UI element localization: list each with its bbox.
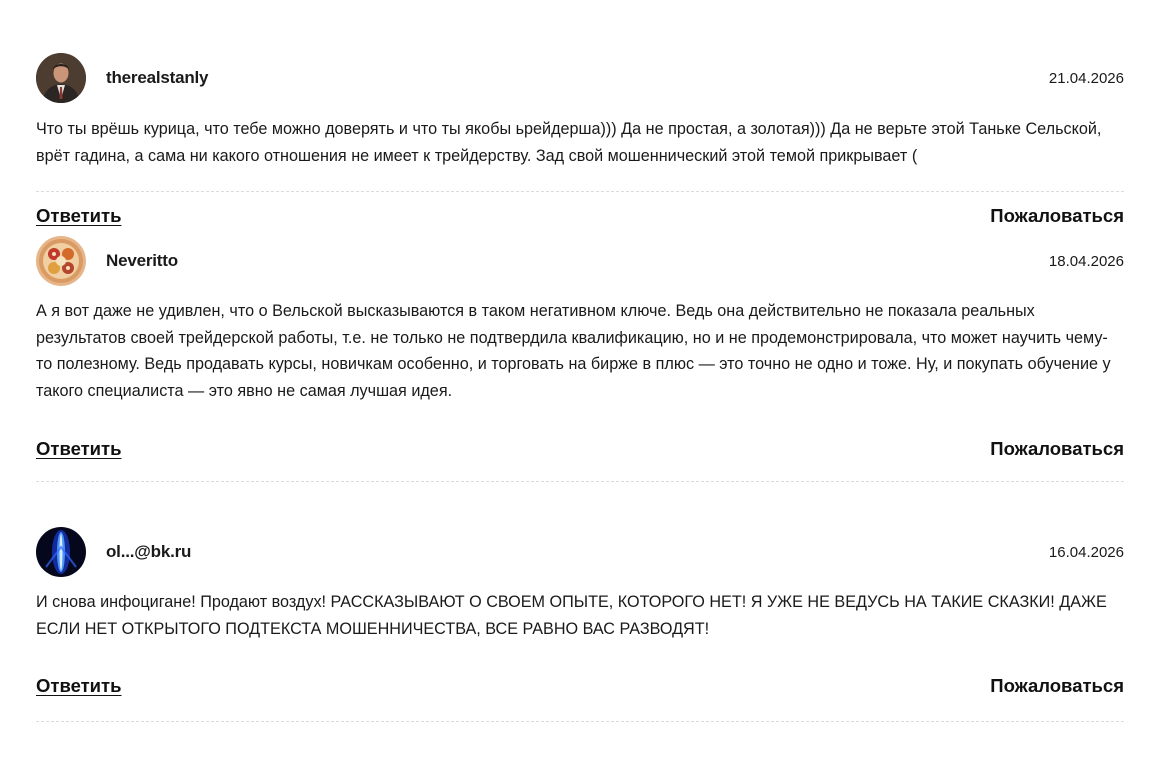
- ornament-avatar-icon: [36, 236, 86, 286]
- report-link[interactable]: Пожаловаться: [990, 438, 1124, 460]
- comment-item: Neveritto 18.04.2026 А я вот даже не уди…: [36, 192, 1124, 482]
- comment-actions: Ответить Пожаловаться: [36, 438, 1124, 460]
- avatar[interactable]: [36, 236, 86, 286]
- comment-text: Что ты врёшь курица, что тебе можно дове…: [36, 120, 1102, 165]
- comment-author: ol...@bk.ru: [106, 542, 192, 561]
- comments-list: therealstanly 21.04.2026 Что ты врёшь ку…: [36, 0, 1124, 722]
- avatar[interactable]: [36, 527, 86, 577]
- comment-header: therealstanly 21.04.2026: [36, 53, 1124, 103]
- comment-author: therealstanly: [106, 68, 209, 87]
- man-in-suit-avatar-icon: [36, 53, 86, 103]
- comment-item: ol...@bk.ru 16.04.2026 И снова инфоциган…: [36, 482, 1124, 722]
- comment-date: 18.04.2026: [1048, 252, 1124, 270]
- avatar[interactable]: [36, 53, 86, 103]
- comment-header: Neveritto 18.04.2026: [36, 236, 1124, 286]
- comment-actions: Ответить Пожаловаться: [36, 675, 1124, 697]
- comment-text: И снова инфоцигане! Продают воздух! РАСС…: [36, 593, 1107, 638]
- blue-light-avatar-icon: [36, 527, 86, 577]
- comment-item: therealstanly 21.04.2026 Что ты врёшь ку…: [36, 0, 1124, 226]
- report-link[interactable]: Пожаловаться: [990, 675, 1124, 697]
- reply-link[interactable]: Ответить: [36, 675, 122, 697]
- reply-link[interactable]: Ответить: [36, 438, 122, 460]
- comment-header: ol...@bk.ru 16.04.2026: [36, 527, 1124, 577]
- comment-text: А я вот даже не удивлен, что о Вельской …: [36, 302, 1111, 400]
- comment-author: Neveritto: [106, 251, 178, 270]
- comment-date: 21.04.2026: [1048, 69, 1124, 87]
- comment-date: 16.04.2026: [1048, 543, 1124, 561]
